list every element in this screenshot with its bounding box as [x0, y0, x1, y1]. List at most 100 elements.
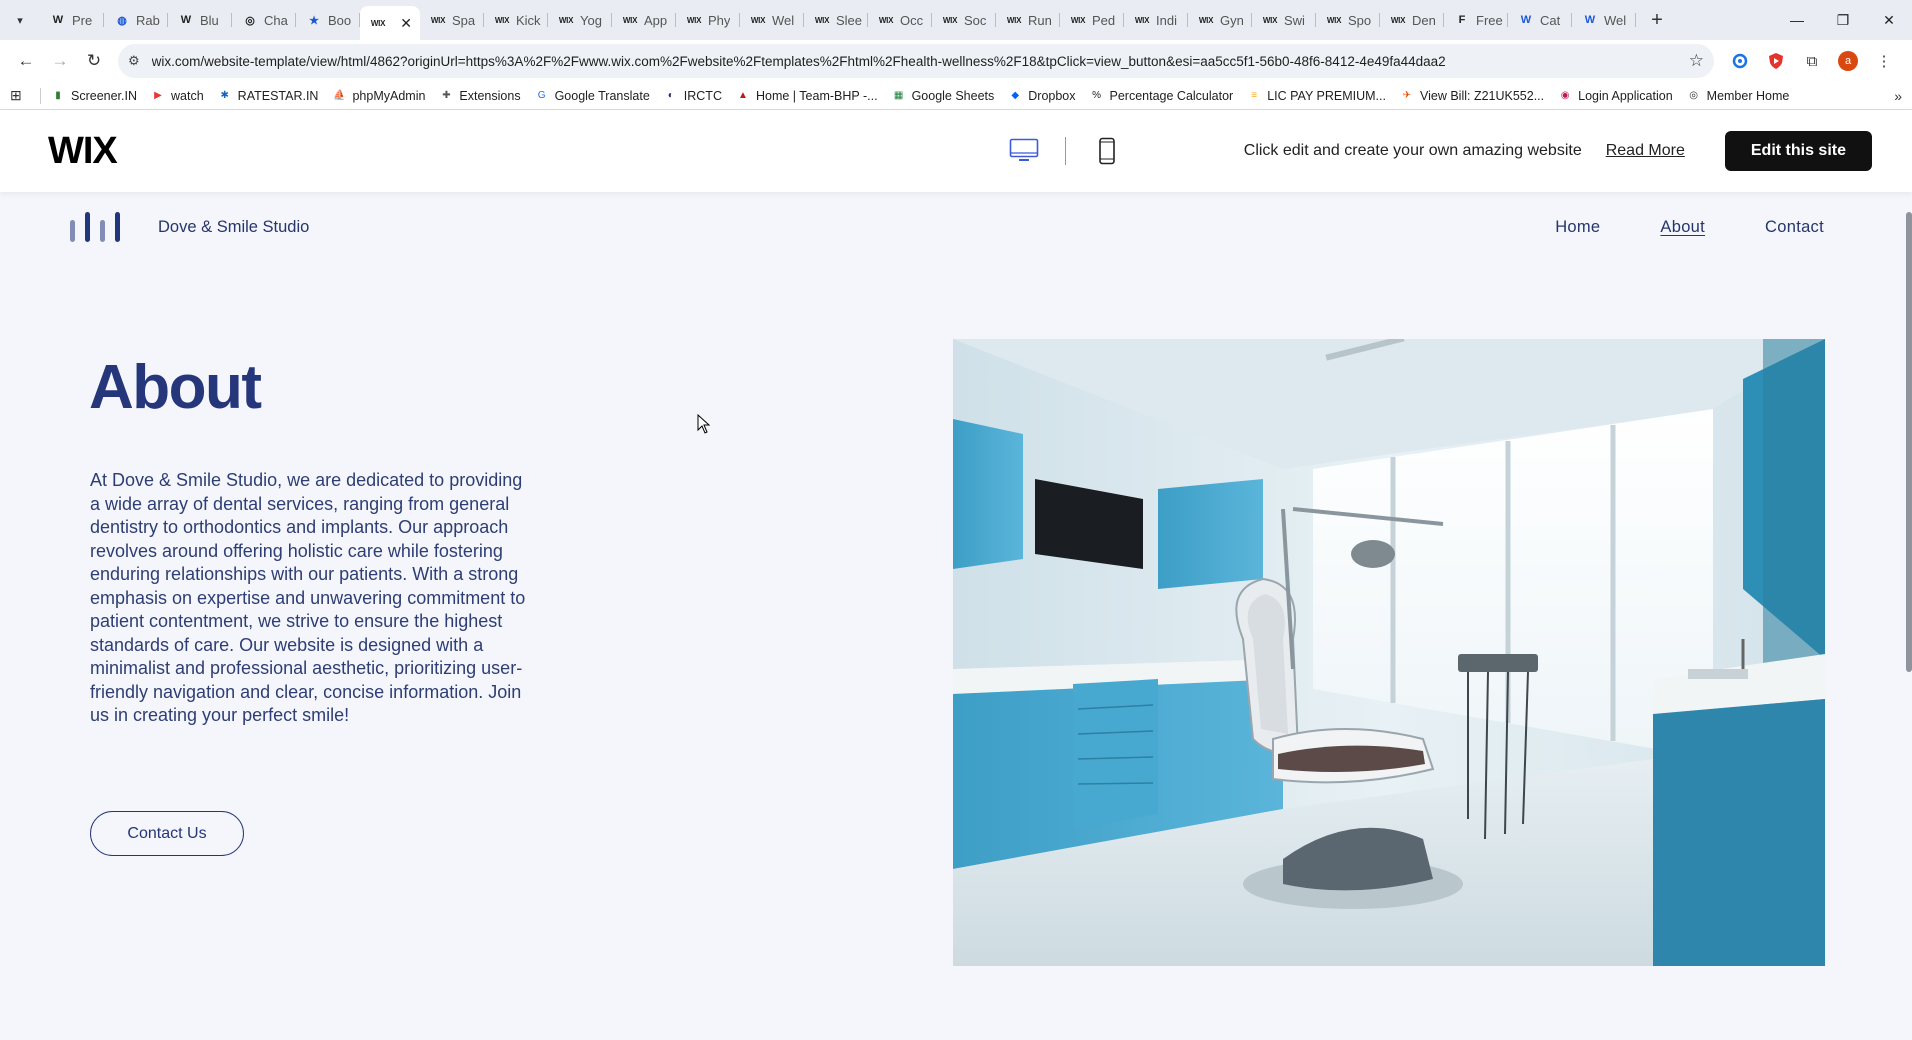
contact-us-button[interactable]: Contact Us: [90, 811, 244, 856]
page-scrollbar[interactable]: [1906, 192, 1912, 1040]
tab-favicon-icon: WIX: [1006, 15, 1022, 25]
tab-favicon-icon: WIX: [1390, 15, 1406, 25]
new-tab-plus-icon[interactable]: +: [1642, 9, 1672, 32]
browser-tab[interactable]: WIX Spo: [1316, 4, 1380, 36]
browser-tab[interactable]: WIX Gyn: [1188, 4, 1252, 36]
tab-title: Wel: [1604, 12, 1627, 28]
bookmark-item[interactable]: ▲ Home | Team-BHP -...: [736, 89, 878, 103]
browser-tab[interactable]: WIX Spa: [420, 4, 484, 36]
bookmark-item[interactable]: ◉ Login Application: [1558, 89, 1673, 103]
bookmark-label: LIC PAY PREMIUM...: [1267, 88, 1386, 103]
desktop-view-icon[interactable]: [1007, 134, 1041, 168]
bookmark-item[interactable]: ◎ Member Home: [1687, 89, 1789, 103]
browser-tab[interactable]: WIX App: [612, 4, 676, 36]
tab-favicon-icon: WIX: [558, 15, 574, 25]
browser-tab[interactable]: WIX Kick: [484, 4, 548, 36]
extensions-puzzle-icon[interactable]: ⧉: [1794, 45, 1830, 77]
browser-tab[interactable]: ◎ Cha: [232, 4, 296, 36]
omnibox[interactable]: ⚙ wix.com/website-template/view/html/486…: [118, 44, 1714, 78]
logo-bar-1: [70, 220, 75, 242]
browser-tab[interactable]: WIX Wel: [740, 4, 804, 36]
browser-tab[interactable]: WIX Run: [996, 4, 1060, 36]
mobile-view-icon[interactable]: [1090, 134, 1124, 168]
nav-link-contact[interactable]: Contact: [1765, 218, 1824, 237]
browser-tab[interactable]: F Free: [1444, 4, 1508, 36]
brand-logo[interactable]: [70, 212, 130, 242]
reload-icon[interactable]: ↻: [78, 45, 110, 77]
bookmark-label: Screener.IN: [71, 88, 138, 103]
bookmark-label: Home | Team-BHP -...: [755, 88, 878, 103]
forward-arrow-icon[interactable]: →: [44, 45, 76, 77]
bookmark-item[interactable]: ▶ watch: [151, 89, 204, 103]
browser-tab[interactable]: W Cat: [1508, 4, 1572, 36]
tab-favicon-icon: W: [180, 14, 192, 26]
wix-promo-message: Click edit and create your own amazing w…: [1243, 142, 1582, 159]
nav-link-home[interactable]: Home: [1555, 218, 1600, 237]
shield-extension-icon[interactable]: [1758, 45, 1794, 77]
more-bookmarks-icon[interactable]: »: [1894, 88, 1902, 104]
tab-title: Phy: [708, 12, 731, 28]
tab-favicon-icon: WIX: [1262, 15, 1278, 25]
restore-icon[interactable]: ❐: [1820, 0, 1866, 40]
bookmark-item[interactable]: ▮ Screener.IN: [51, 89, 137, 103]
browser-tab[interactable]: W Wel: [1572, 4, 1636, 36]
browser-tab[interactable]: WIX Phy: [676, 4, 740, 36]
close-tab-icon[interactable]: ✕: [400, 15, 412, 32]
bookmark-item[interactable]: ✈ View Bill: Z21UK552...: [1400, 89, 1544, 103]
url-text[interactable]: wix.com/website-template/view/html/4862?…: [152, 54, 1689, 69]
browser-tab[interactable]: W Blu: [168, 4, 232, 36]
bookmark-favicon-icon: ⛵: [333, 90, 346, 101]
bookmark-item[interactable]: ✚ Extensions: [439, 89, 520, 103]
edit-this-site-button[interactable]: Edit this site: [1724, 131, 1872, 171]
bookmark-item[interactable]: ◆ Dropbox: [1008, 89, 1075, 103]
bookmark-item[interactable]: ≡ LIC PAY PREMIUM...: [1247, 89, 1386, 103]
tab-favicon-icon: WIX: [686, 15, 702, 25]
browser-tab[interactable]: ◍ Rab: [104, 4, 168, 36]
bookmark-item[interactable]: ⛵ phpMyAdmin: [332, 89, 425, 103]
bookmark-favicon-icon: %: [1092, 90, 1101, 101]
browser-tab[interactable]: WIX Swi: [1252, 4, 1316, 36]
read-more-link[interactable]: Read More: [1606, 142, 1685, 160]
tab-search-chevron-icon[interactable]: ▾: [8, 8, 32, 32]
bookmark-item[interactable]: ✱ RATESTAR.IN: [218, 89, 318, 103]
nav-link-about[interactable]: About: [1660, 218, 1705, 237]
browser-tab[interactable]: WIX Occ: [868, 4, 932, 36]
browser-tab[interactable]: WIX Yog: [548, 4, 612, 36]
wix-preview-bar: WIX Click edit and create your own amazi…: [0, 110, 1912, 192]
back-arrow-icon[interactable]: ←: [10, 45, 42, 77]
bookmark-favicon-icon: ▦: [893, 90, 904, 101]
bookmark-item[interactable]: % Percentage Calculator: [1090, 89, 1233, 103]
browser-tab[interactable]: WIX Slee: [804, 4, 868, 36]
tab-title: Blu: [200, 12, 219, 28]
browser-tab[interactable]: WIX Den: [1380, 4, 1444, 36]
close-window-icon[interactable]: ✕: [1866, 0, 1912, 40]
tab-favicon-icon: WIX: [1134, 15, 1150, 25]
site-info-icon[interactable]: ⚙: [128, 53, 140, 69]
tab-title: Kick: [516, 12, 541, 28]
bookmark-item[interactable]: ◐ IRCTC: [664, 89, 722, 103]
bookmark-favicon-icon: ✚: [442, 90, 451, 101]
browser-tab[interactable]: WIX Indi: [1124, 4, 1188, 36]
browser-tab[interactable]: WIX ✕: [360, 6, 420, 40]
browser-tab[interactable]: ★ Boo: [296, 4, 360, 36]
wix-logo[interactable]: WIX: [48, 130, 118, 173]
brand-name[interactable]: Dove & Smile Studio: [158, 218, 309, 237]
browser-tab[interactable]: W Pre: [40, 4, 104, 36]
extension-icon[interactable]: [1722, 45, 1758, 77]
bookmark-label: Login Application: [1578, 88, 1673, 103]
bookmark-label: Dropbox: [1028, 88, 1076, 103]
bookmark-item[interactable]: G Google Translate: [535, 89, 650, 103]
scrollbar-thumb[interactable]: [1906, 212, 1912, 672]
apps-grid-icon[interactable]: ⊞: [10, 87, 30, 104]
about-paragraph: At Dove & Smile Studio, we are dedicated…: [90, 470, 526, 725]
tab-favicon-icon: WIX: [1198, 15, 1214, 25]
browser-tab[interactable]: WIX Ped: [1060, 4, 1124, 36]
browser-menu-icon[interactable]: ⋮: [1866, 45, 1902, 77]
browser-tab[interactable]: WIX Soc: [932, 4, 996, 36]
tab-favicon-icon: WIX: [370, 18, 386, 28]
browser-tab-strip: ▾ W Pre ◍ Rab W Blu ◎ Cha ★ Boo WIX ✕ WIX Spa WIX Kick W…: [0, 0, 1912, 40]
bookmark-star-icon[interactable]: ☆: [1689, 51, 1704, 71]
bookmark-item[interactable]: ▦ Google Sheets: [892, 89, 994, 103]
profile-avatar[interactable]: a: [1830, 45, 1866, 77]
minimize-icon[interactable]: —: [1774, 0, 1820, 40]
